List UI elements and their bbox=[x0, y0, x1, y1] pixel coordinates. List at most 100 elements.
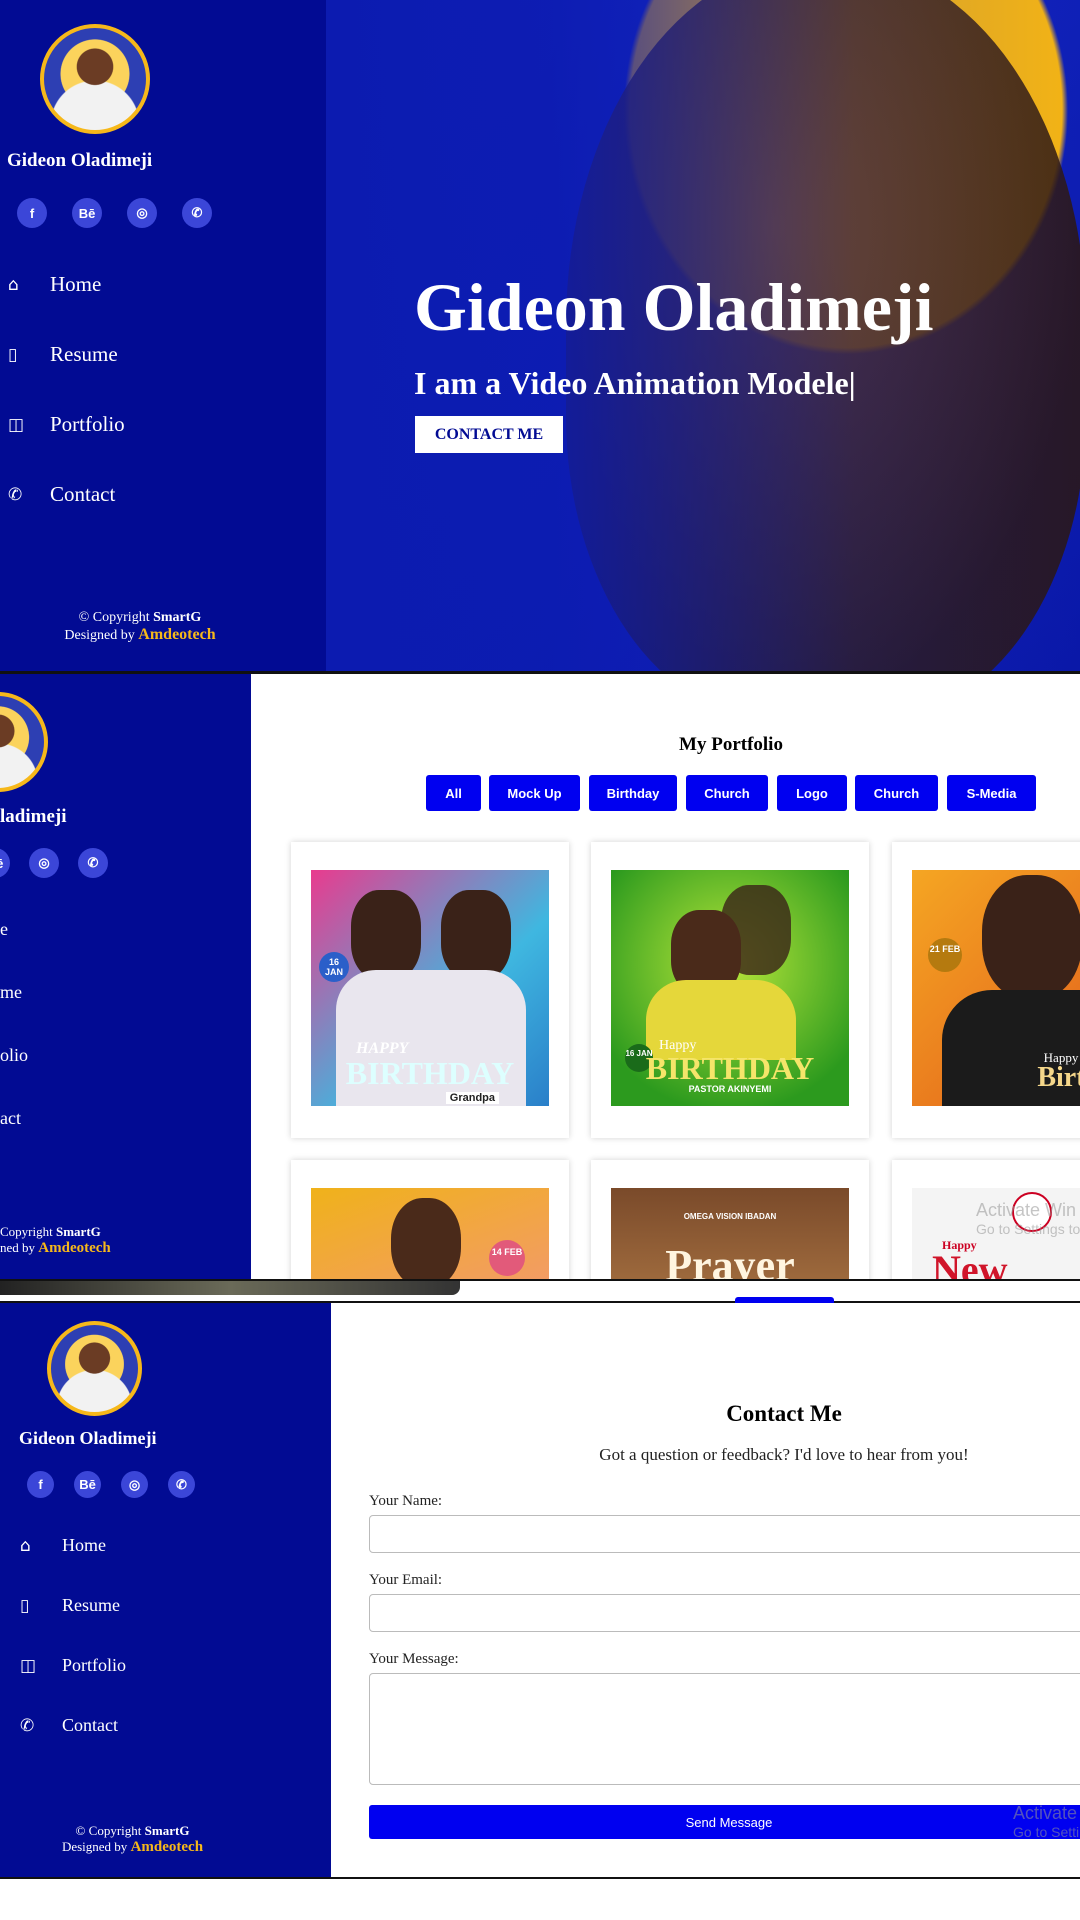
email-label: Your Email: bbox=[369, 1572, 443, 1588]
contact-me-button[interactable]: CONTACT ME bbox=[415, 416, 563, 453]
nav-home-label: Home bbox=[62, 1535, 106, 1555]
filter-birthday[interactable]: Birthday bbox=[589, 775, 677, 811]
designed-by: ned by bbox=[0, 1240, 36, 1255]
hero-section: Gideon Oladimeji I am a Video Animation … bbox=[326, 0, 1080, 671]
watermark-line2: Go to Settings to bbox=[976, 1221, 1080, 1237]
nav-contact-label: Contact bbox=[50, 482, 116, 506]
nav-portfolio[interactable]: olio bbox=[0, 1045, 28, 1066]
copyright-prefix: Copyright bbox=[0, 1224, 53, 1239]
book-icon: ◫ bbox=[8, 414, 25, 435]
document-icon: ▯ bbox=[8, 344, 18, 365]
nav-home[interactable]: ⌂ Home bbox=[8, 272, 101, 297]
whatsapp-icon[interactable]: ✆ bbox=[182, 198, 212, 228]
avatar bbox=[0, 692, 48, 792]
section-divider bbox=[0, 1279, 1080, 1303]
phone-icon: ✆ bbox=[20, 1715, 35, 1736]
watermark-line1: Activate Win bbox=[976, 1200, 1077, 1220]
message-label: Your Message: bbox=[369, 1651, 459, 1667]
avatar bbox=[47, 1321, 142, 1416]
portfolio-card[interactable]: 21 FEB Happy Birthday bbox=[892, 842, 1080, 1138]
portfolio-title: My Portfolio bbox=[679, 734, 783, 755]
card-main-text: BIRTHDAY bbox=[645, 1050, 815, 1086]
name-input[interactable] bbox=[369, 1515, 1080, 1553]
name-label: Your Name: bbox=[369, 1493, 443, 1509]
card-main-text: Prayer bbox=[665, 1241, 795, 1279]
designed-by: Designed by bbox=[64, 628, 135, 643]
nav-home[interactable]: e bbox=[0, 919, 8, 940]
copyright-prefix: © Copyright bbox=[78, 610, 150, 625]
portfolio-image: OMEGA VISION IBADAN Prayer bbox=[611, 1188, 849, 1279]
activation-watermark: Activate Win Go to Settings to bbox=[976, 1200, 1080, 1237]
date-badge: 16 JAN bbox=[319, 952, 349, 982]
portfolio-image: 16 JAN Happy BIRTHDAY PASTOR AKINYEMI bbox=[611, 870, 849, 1106]
nav-resume-label: Resume bbox=[50, 342, 118, 366]
nav-home-label: Home bbox=[50, 272, 102, 296]
activation-watermark: Activate Go to Setti bbox=[1013, 1803, 1079, 1840]
profile-name: Gideon Oladimeji bbox=[19, 1428, 157, 1448]
home-icon: ⌂ bbox=[20, 1535, 31, 1556]
watermark-line2: Go to Setti bbox=[1013, 1824, 1080, 1840]
designer-link[interactable]: Amdeotech bbox=[131, 1839, 203, 1855]
facebook-icon[interactable]: f bbox=[27, 1471, 54, 1498]
behance-icon[interactable]: Bē bbox=[74, 1471, 101, 1498]
behance-icon[interactable]: Bē bbox=[0, 848, 10, 878]
portfolio-card[interactable]: 16 JAN Happy BIRTHDAY PASTOR AKINYEMI bbox=[591, 842, 869, 1138]
instagram-icon[interactable]: ◎ bbox=[121, 1471, 148, 1498]
nav-contact[interactable]: act bbox=[0, 1108, 21, 1129]
designer-link[interactable]: Amdeotech bbox=[138, 626, 215, 643]
nav-resume[interactable]: ▯ Resume bbox=[20, 1595, 120, 1616]
nav-resume-label: Resume bbox=[62, 1595, 120, 1615]
portfolio-card[interactable]: 14 FEB bbox=[291, 1160, 569, 1279]
profile-name-cropped: ladimeji bbox=[0, 806, 67, 827]
nav-portfolio[interactable]: ◫ Portfolio bbox=[8, 412, 125, 437]
send-message-button[interactable]: Send Message bbox=[369, 1805, 1080, 1839]
nav-portfolio[interactable]: ◫ Portfolio bbox=[20, 1655, 126, 1676]
filter-mock-up[interactable]: Mock Up bbox=[489, 775, 580, 811]
card-top-text: OMEGA VISION IBADAN bbox=[683, 1212, 777, 1221]
profile-name: Gideon Oladimeji bbox=[7, 150, 153, 171]
contact-subtitle: Got a question or feedback? I'd love to … bbox=[599, 1445, 969, 1464]
nav-portfolio-label: Portfolio bbox=[62, 1655, 127, 1675]
card-caption: Grandpa bbox=[445, 1092, 499, 1104]
nav-portfolio-label: Portfolio bbox=[50, 412, 125, 436]
card-main-text: BIRTHDAY bbox=[345, 1055, 515, 1091]
nav-resume[interactable]: ▯ Resume bbox=[8, 342, 118, 367]
footer-copyright: Copyright SmartG ned by Amdeotech bbox=[0, 1224, 111, 1257]
date-badge: 21 FEB bbox=[928, 938, 962, 972]
footer-copyright: © Copyright SmartG Designed by Amdeotech bbox=[0, 1823, 265, 1856]
whatsapp-icon[interactable]: ✆ bbox=[78, 848, 108, 878]
message-textarea[interactable] bbox=[369, 1673, 1080, 1785]
avatar bbox=[40, 24, 150, 134]
filter-all[interactable]: All bbox=[426, 775, 481, 811]
email-input[interactable] bbox=[369, 1594, 1080, 1632]
nav-contact[interactable]: ✆ Contact bbox=[8, 482, 115, 507]
portfolio-image: 14 FEB bbox=[311, 1188, 549, 1279]
sidebar-section-2: ladimeji Bē ◎ ✆ e me olio act Copyright … bbox=[0, 674, 251, 1279]
instagram-icon[interactable]: ◎ bbox=[29, 848, 59, 878]
copyright-brand: SmartG bbox=[144, 1823, 190, 1838]
card-caption: PASTOR AKINYEMI bbox=[688, 1084, 772, 1094]
designer-link[interactable]: Amdeotech bbox=[38, 1240, 110, 1256]
instagram-icon[interactable]: ◎ bbox=[127, 198, 157, 228]
facebook-icon[interactable]: f bbox=[17, 198, 47, 228]
portfolio-card[interactable]: 16 JAN HAPPY BIRTHDAY Grandpa bbox=[291, 842, 569, 1138]
whatsapp-icon[interactable]: ✆ bbox=[168, 1471, 195, 1498]
book-icon: ◫ bbox=[20, 1655, 37, 1676]
nav-resume[interactable]: me bbox=[0, 982, 22, 1003]
footer-copyright: © Copyright SmartG Designed by Amdeotech bbox=[0, 610, 280, 644]
filter-logo[interactable]: Logo bbox=[777, 775, 847, 811]
behance-icon[interactable]: Bē bbox=[72, 198, 102, 228]
portfolio-section: My Portfolio All Mock Up Birthday Church… bbox=[251, 674, 1080, 1279]
nav-home[interactable]: ⌂ Home bbox=[20, 1535, 106, 1556]
contact-title: Contact Me bbox=[726, 1401, 842, 1426]
home-icon: ⌂ bbox=[8, 274, 19, 295]
sidebar-section-3: Gideon Oladimeji f Bē ◎ ✆ ⌂ Home ▯ Resume … bbox=[0, 1303, 331, 1878]
filter-church-2[interactable]: Church bbox=[855, 775, 938, 811]
date-badge: 14 FEB bbox=[489, 1240, 525, 1276]
nav-contact[interactable]: ✆ Contact bbox=[20, 1715, 118, 1736]
card-main-text: Birthday bbox=[1037, 1062, 1080, 1093]
portfolio-card[interactable]: OMEGA VISION IBADAN Prayer bbox=[591, 1160, 869, 1279]
filter-church[interactable]: Church bbox=[686, 775, 768, 811]
nav-contact-label: Contact bbox=[62, 1715, 118, 1735]
filter-s-media[interactable]: S-Media bbox=[947, 775, 1036, 811]
